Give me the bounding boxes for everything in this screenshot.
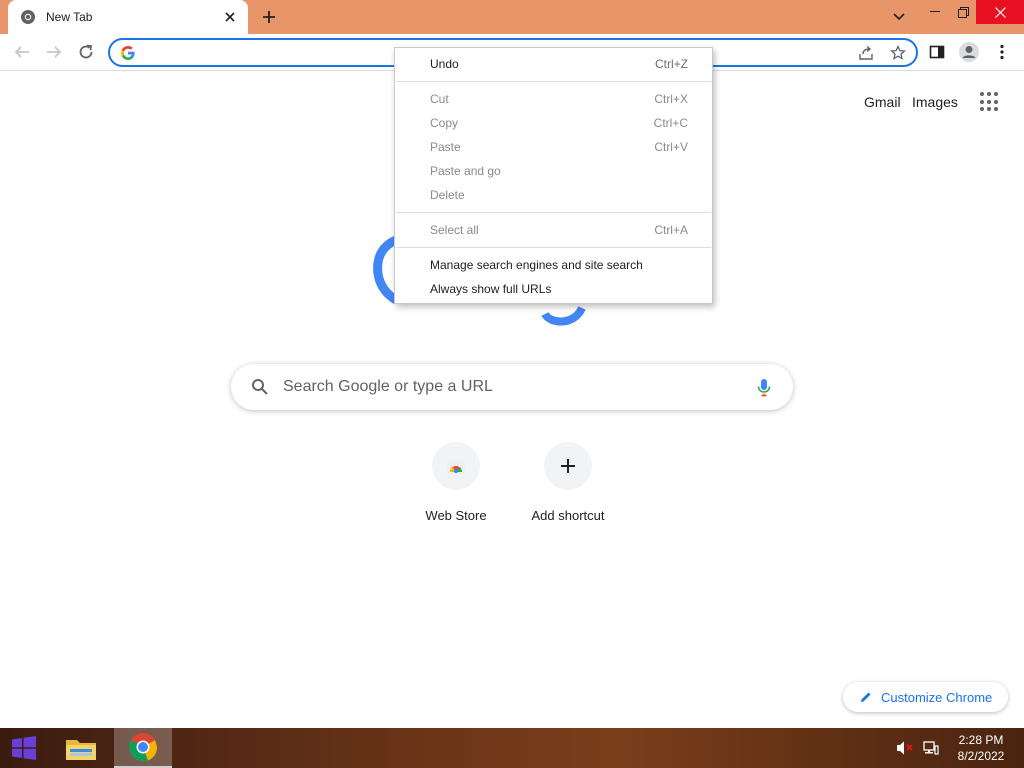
- tab-new-tab[interactable]: New Tab: [8, 0, 248, 34]
- chrome-favicon-icon: [20, 9, 36, 25]
- title-bar: New Tab: [0, 0, 1024, 34]
- menu-item-copy[interactable]: Copy Ctrl+C: [395, 111, 712, 135]
- taskbar-clock[interactable]: 2:28 PM 8/2/2022: [950, 732, 1012, 764]
- close-icon: [994, 6, 1006, 18]
- menu-item-label: Always show full URLs: [430, 282, 552, 296]
- web-store-icon: [447, 461, 465, 474]
- customize-chrome-label: Customize Chrome: [881, 689, 993, 705]
- menu-item-delete[interactable]: Delete: [395, 183, 712, 207]
- customize-chrome-button[interactable]: Customize Chrome: [843, 682, 1008, 712]
- volume-muted-icon[interactable]: [896, 740, 914, 756]
- restore-icon: [957, 6, 969, 18]
- share-button[interactable]: [856, 44, 876, 62]
- ntp-search-input[interactable]: [283, 376, 733, 398]
- arrow-left-icon: [14, 46, 29, 58]
- more-vert-icon: [1000, 44, 1004, 60]
- menu-item-label: Manage search engines and site search: [430, 258, 643, 272]
- file-explorer-icon: [66, 740, 96, 760]
- chrome-menu-button[interactable]: [989, 39, 1015, 65]
- side-panel-icon: [929, 45, 945, 59]
- file-explorer-button[interactable]: [56, 728, 106, 768]
- network-icon[interactable]: [922, 740, 940, 756]
- menu-item-shortcut: Ctrl+V: [654, 140, 688, 154]
- menu-item-select-all[interactable]: Select all Ctrl+A: [395, 218, 712, 242]
- menu-item-label: Copy: [430, 116, 459, 130]
- forward-button[interactable]: [41, 39, 67, 65]
- profile-button[interactable]: [956, 39, 982, 65]
- menu-item-cut[interactable]: Cut Ctrl+X: [395, 87, 712, 111]
- menu-item-always-show-full-urls[interactable]: Always show full URLs: [395, 277, 712, 301]
- clock-time: 2:28 PM: [958, 733, 1004, 747]
- menu-item-label: Select all: [430, 223, 479, 237]
- menu-item-label: Undo: [430, 57, 459, 71]
- shortcut-tile: [432, 442, 480, 490]
- context-menu: Undo Ctrl+Z Cut Ctrl+X Copy Ctrl+C Paste…: [394, 47, 713, 304]
- menu-item-shortcut: Ctrl+X: [654, 92, 688, 106]
- plus-icon: [263, 11, 275, 23]
- menu-item-label: Paste: [430, 140, 461, 154]
- tab-title: New Tab: [46, 10, 93, 24]
- chrome-icon: [129, 733, 158, 762]
- taskbar: 2:28 PM 8/2/2022: [0, 728, 1024, 768]
- restore-button[interactable]: [950, 0, 976, 24]
- menu-item-paste[interactable]: Paste Ctrl+V: [395, 135, 712, 159]
- ntp-search-box[interactable]: [231, 364, 793, 410]
- reload-icon: [79, 44, 93, 59]
- minimize-icon: [930, 11, 940, 12]
- chevron-down-icon: [893, 13, 905, 21]
- menu-item-shortcut: Ctrl+C: [653, 116, 688, 130]
- windows-start-icon: [12, 736, 36, 760]
- microphone-icon[interactable]: [753, 376, 775, 398]
- shortcut-label: Add shortcut: [531, 508, 605, 523]
- menu-item-shortcut: Ctrl+A: [654, 223, 688, 237]
- menu-item-manage-search-engines[interactable]: Manage search engines and site search: [395, 253, 712, 277]
- new-tab-button[interactable]: [256, 6, 282, 28]
- arrow-right-icon: [47, 46, 62, 58]
- pencil-icon: [861, 692, 871, 702]
- share-icon: [859, 45, 873, 60]
- bookmark-button[interactable]: [888, 44, 908, 62]
- avatar-icon: [959, 42, 979, 62]
- back-button[interactable]: [9, 39, 35, 65]
- menu-item-label: Delete: [430, 188, 465, 202]
- google-apps-icon[interactable]: [980, 92, 1000, 112]
- menu-item-undo[interactable]: Undo Ctrl+Z: [395, 52, 712, 76]
- reload-button[interactable]: [73, 39, 99, 65]
- plus-icon: [561, 459, 575, 473]
- side-panel-button[interactable]: [924, 39, 950, 65]
- menu-item-label: Paste and go: [430, 164, 501, 178]
- menu-item-paste-and-go[interactable]: Paste and go: [395, 159, 712, 183]
- gmail-link[interactable]: Gmail: [864, 94, 901, 110]
- images-link[interactable]: Images: [912, 94, 958, 110]
- tab-search-button[interactable]: [886, 5, 912, 29]
- menu-separator: [396, 247, 711, 248]
- close-window-button[interactable]: [976, 0, 1024, 24]
- minimize-button[interactable]: [922, 0, 948, 24]
- shortcut-add[interactable]: Add shortcut: [512, 442, 624, 538]
- google-g-icon: [121, 46, 135, 60]
- tab-close-icon[interactable]: [222, 9, 238, 25]
- clock-date: 8/2/2022: [957, 749, 1005, 763]
- search-icon: [252, 379, 268, 395]
- google-logo-fragment-bottom: [541, 305, 586, 326]
- menu-item-shortcut: Ctrl+Z: [655, 57, 688, 71]
- menu-item-label: Cut: [430, 92, 449, 106]
- menu-separator: [396, 81, 711, 82]
- menu-separator: [396, 212, 711, 213]
- chrome-taskbar-button[interactable]: [114, 728, 172, 768]
- star-icon: [890, 45, 906, 60]
- shortcut-tile: [544, 442, 592, 490]
- start-button[interactable]: [0, 728, 48, 768]
- shortcut-label: Web Store: [425, 508, 487, 523]
- shortcut-web-store[interactable]: Web Store: [400, 442, 512, 538]
